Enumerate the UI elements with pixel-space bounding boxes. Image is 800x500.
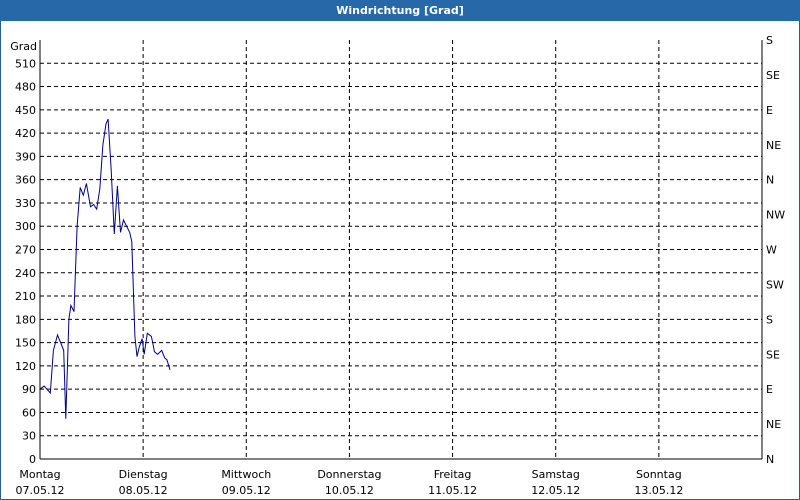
right-tick-label: S: [766, 34, 773, 47]
x-tick-date: 11.05.12: [428, 484, 477, 497]
y-tick-label: 90: [22, 383, 36, 396]
y-tick-label: 450: [15, 104, 36, 117]
right-tick-label: E: [766, 383, 773, 396]
x-tick-date: 10.05.12: [325, 484, 374, 497]
y-tick-label: 360: [15, 174, 36, 187]
series-line: [39, 118, 171, 419]
x-tick-day: Dienstag: [119, 468, 168, 481]
x-tick-date: 09.05.12: [222, 484, 271, 497]
right-tick-label: W: [766, 244, 777, 257]
y-tick-label: 180: [15, 313, 36, 326]
x-tick-date: 12.05.12: [531, 484, 580, 497]
y-tick-label: 390: [15, 150, 36, 163]
y-axis-label: Grad: [10, 40, 37, 53]
x-tick-day: Sonntag: [636, 468, 682, 481]
y-tick-label: 240: [15, 267, 36, 280]
x-tick-day: Mittwoch: [221, 468, 271, 481]
right-tick-label: N: [766, 174, 774, 187]
right-tick-label: NE: [766, 139, 781, 152]
right-tick-label: SE: [766, 69, 780, 82]
wind-direction-chart: 0 30 60 90 120 150 180 210 240 270 300 330 360 390 420…: [10, 34, 785, 497]
y-tick-label: 480: [15, 81, 36, 94]
right-tick-label: E: [766, 104, 773, 117]
x-tick-day: Samstag: [532, 468, 580, 481]
y-tick-label: 120: [15, 360, 36, 373]
y-tick-label: 420: [15, 127, 36, 140]
y-tick-label: 210: [15, 290, 36, 303]
y-tick-label: 510: [15, 57, 36, 70]
y-tick-label: 60: [22, 406, 36, 419]
y-tick-label: 150: [15, 337, 36, 350]
x-tick-day: Montag: [19, 468, 60, 481]
y-tick-label: 30: [22, 430, 36, 443]
right-tick-label: NE: [766, 418, 781, 431]
right-tick-label: SW: [766, 278, 784, 291]
right-tick-label: S: [766, 313, 773, 326]
right-tick-label: N: [766, 453, 774, 466]
x-tick-date: 07.05.12: [16, 484, 65, 497]
x-tick-day: Donnerstag: [317, 468, 381, 481]
y-tick-label: 330: [15, 197, 36, 210]
right-tick-label: SE: [766, 348, 780, 361]
y-tick-label: 0: [29, 453, 36, 466]
x-tick-day: Freitag: [434, 468, 472, 481]
x-tick-date: 13.05.12: [634, 484, 683, 497]
y-tick-label: 300: [15, 220, 36, 233]
right-tick-label: NW: [766, 209, 785, 222]
y-tick-label: 270: [15, 244, 36, 257]
x-tick-date: 08.05.12: [119, 484, 168, 497]
